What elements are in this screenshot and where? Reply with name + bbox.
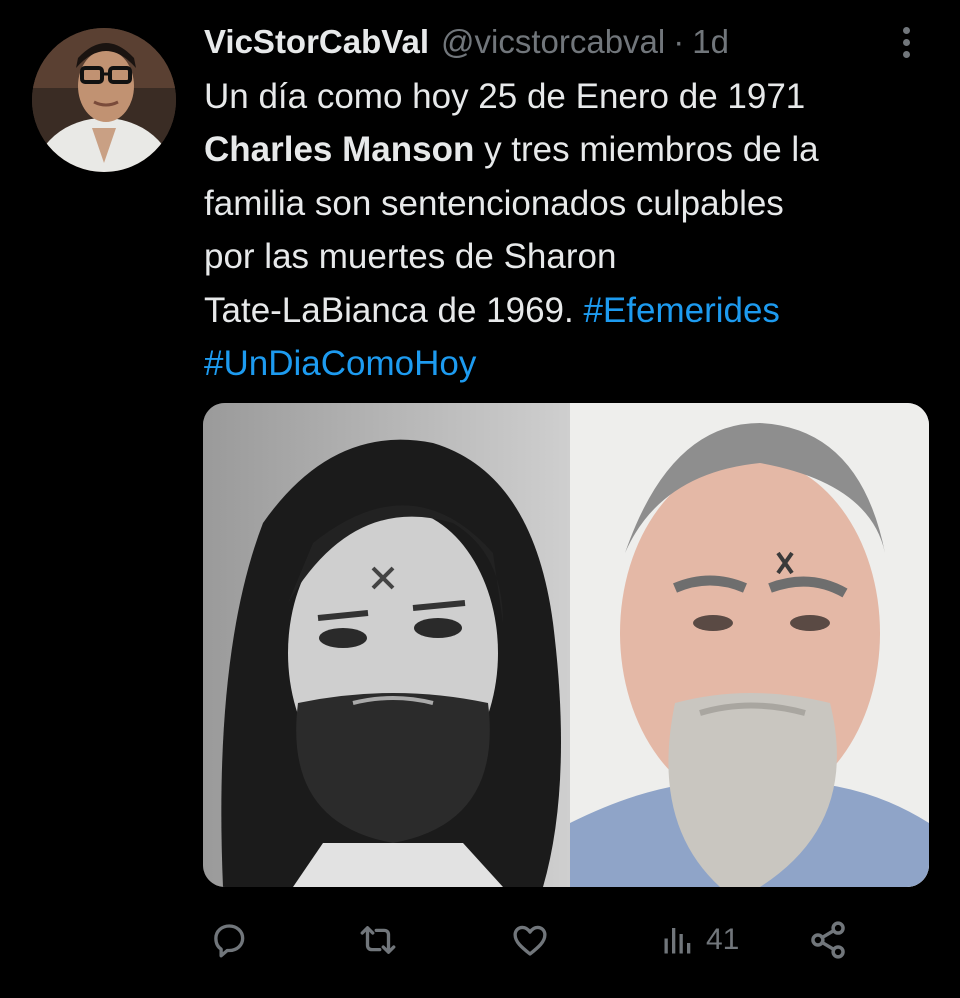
tweet-text-line: Tate-LaBianca de 1969. #Efemerides: [204, 284, 924, 337]
photo-old-man: [570, 403, 929, 887]
tweet-text-fragment: Tate-LaBianca de 1969.: [204, 290, 584, 330]
share-button[interactable]: [806, 912, 850, 968]
tweet-text-fragment: y tres miembros de la: [474, 130, 819, 170]
tweet-text-line: familia son sentencionados culpables: [204, 183, 784, 223]
display-name[interactable]: VicStorCabVal: [204, 22, 429, 62]
hashtag-link[interactable]: #Efemerides: [583, 291, 779, 330]
views-count: 41: [706, 923, 740, 956]
media-photo-right[interactable]: [570, 403, 929, 887]
like-button[interactable]: [508, 912, 552, 968]
tweet-text: Un día como hoy 25 de Enero de 1971 Char…: [204, 70, 924, 390]
retweet-button[interactable]: [356, 912, 400, 968]
separator-dot: ·: [673, 23, 685, 60]
retweet-icon: [360, 926, 396, 954]
tweet-header: VicStorCabVal @vicstorcabval · 1d: [204, 22, 729, 62]
tweet-actions: 41: [204, 912, 864, 968]
heart-icon: [513, 925, 547, 956]
media-photo-left[interactable]: [203, 403, 570, 887]
avatar[interactable]: [32, 28, 176, 172]
views-button[interactable]: 41: [660, 912, 739, 968]
photo-young-man: [203, 403, 570, 887]
more-options-button[interactable]: [896, 24, 918, 60]
hashtag-link[interactable]: #UnDiaComoHoy: [204, 344, 476, 383]
views-icon: [664, 928, 691, 954]
share-icon: [811, 921, 845, 959]
tweet-text-line: Charles Manson y tres miembros de la: [204, 123, 924, 176]
tweet-text-line: Un día como hoy 25 de Enero de 1971: [204, 77, 806, 116]
bold-name: Charles Manson: [204, 130, 475, 170]
tweet[interactable]: VicStorCabVal @vicstorcabval · 1d Un día…: [0, 0, 960, 998]
reply-button[interactable]: [208, 912, 250, 968]
tweet-text-line: #UnDiaComoHoy: [204, 337, 924, 390]
user-handle[interactable]: @vicstorcabval: [441, 22, 665, 62]
tweet-text-line: por las muertes de Sharon: [204, 237, 617, 277]
tweet-media[interactable]: [203, 403, 929, 887]
avatar-photo: [32, 28, 176, 172]
timestamp[interactable]: 1d: [692, 22, 729, 62]
reply-icon: [214, 924, 245, 958]
